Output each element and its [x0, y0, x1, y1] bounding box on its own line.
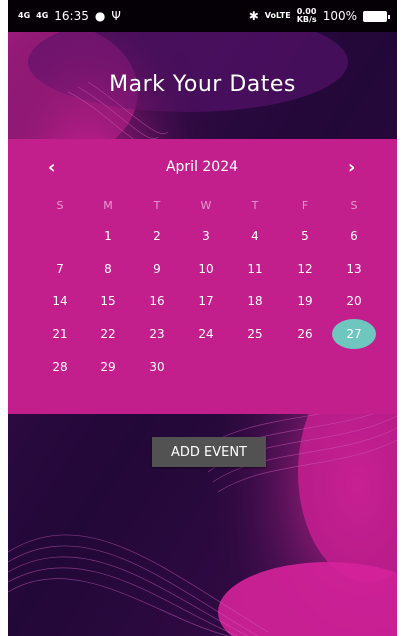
calendar: ‹ April 2024 › SMTWTFS 1 2 3 4 5 6 7 8 9 10 11 12 13…	[8, 139, 397, 414]
weekday-label: T	[251, 199, 259, 212]
chevron-right-icon[interactable]: ›	[348, 157, 355, 178]
bluetooth-icon: ✱	[248, 9, 259, 23]
calendar-day[interactable]: 17	[188, 286, 224, 316]
calendar-day[interactable]: 29	[90, 352, 126, 382]
calendar-day[interactable]: 13	[336, 254, 372, 284]
network-speed: 0.00 KB/s	[296, 7, 317, 24]
phone-screen: 4G 4G 16:35 ● Ψ ✱ VoLTE 0.00 KB/s 100% M…	[8, 0, 397, 636]
calendar-day[interactable]: 24	[188, 319, 224, 349]
calendar-day[interactable]: 1	[90, 221, 126, 251]
page-title: Mark Your Dates	[109, 72, 296, 97]
month-label: April 2024	[165, 159, 239, 175]
calendar-day[interactable]: 4	[237, 221, 273, 251]
status-bar: 4G 4G 16:35 ● Ψ ✱ VoLTE 0.00 KB/s 100%	[8, 0, 397, 32]
signal-indicator-1: 4G	[18, 11, 31, 20]
battery-percent: 100%	[322, 9, 357, 23]
calendar-day[interactable]: 23	[139, 319, 175, 349]
battery-icon	[363, 10, 390, 22]
calendar-day[interactable]: 8	[90, 254, 126, 284]
status-right: ✱ VoLTE 0.00 KB/s 100%	[248, 7, 390, 24]
status-left: 4G 4G 16:35 ● Ψ	[18, 9, 121, 23]
weekday-label: F	[301, 199, 309, 212]
calendar-day[interactable]: 20	[336, 286, 372, 316]
calendar-day[interactable]: 25	[237, 319, 273, 349]
calendar-header: ‹ April 2024 ›	[8, 157, 397, 178]
calendar-day[interactable]: 18	[237, 286, 273, 316]
weekday-label: T	[153, 199, 161, 212]
calendar-day[interactable]: 12	[287, 254, 323, 284]
calendar-day[interactable]: 27	[332, 319, 376, 349]
add-event-button[interactable]: ADD EVENT	[152, 437, 266, 467]
calendar-day[interactable]: 6	[336, 221, 372, 251]
weekday-label: S	[350, 199, 358, 212]
calendar-day[interactable]: 30	[139, 352, 175, 382]
calendar-day[interactable]: 9	[139, 254, 175, 284]
signal-indicator-2: 4G	[36, 11, 49, 20]
weekday-label: S	[56, 199, 64, 212]
calendar-day[interactable]: 28	[42, 352, 78, 382]
calendar-day[interactable]: 15	[90, 286, 126, 316]
volte-indicator: VoLTE	[264, 11, 291, 20]
calendar-day[interactable]: 19	[287, 286, 323, 316]
calendar-day[interactable]: 21	[42, 319, 78, 349]
calendar-day[interactable]: 11	[237, 254, 273, 284]
chat-icon: ●	[94, 9, 106, 23]
usb-icon: Ψ	[111, 9, 121, 23]
calendar-day[interactable]: 26	[287, 319, 323, 349]
calendar-day[interactable]: 2	[139, 221, 175, 251]
calendar-day[interactable]: 14	[42, 286, 78, 316]
calendar-day[interactable]: 3	[188, 221, 224, 251]
clock: 16:35	[54, 9, 89, 23]
calendar-day[interactable]: 16	[139, 286, 175, 316]
weekday-label: W	[200, 199, 212, 212]
calendar-day[interactable]: 5	[287, 221, 323, 251]
calendar-day[interactable]: 10	[188, 254, 224, 284]
calendar-day[interactable]: 22	[90, 319, 126, 349]
weekday-label: M	[103, 199, 113, 212]
calendar-day[interactable]: 7	[42, 254, 78, 284]
